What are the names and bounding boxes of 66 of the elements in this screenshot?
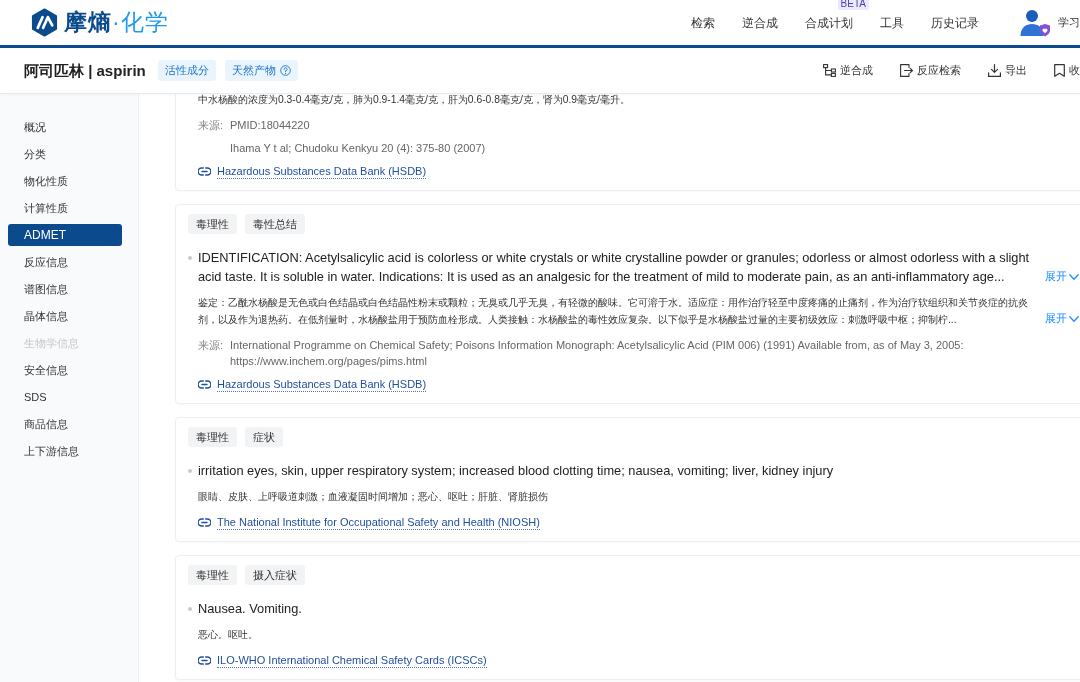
sidebar-item[interactable]: 安全信息 bbox=[8, 359, 122, 381]
sidebar-item[interactable]: 概况 bbox=[8, 116, 122, 138]
source-link[interactable]: ILO-WHO International Chemical Safety Cards (ICSCs) bbox=[198, 653, 487, 668]
chevron-down-icon bbox=[1069, 315, 1079, 322]
expand-link[interactable]: 展开 bbox=[1045, 310, 1079, 327]
compound-title: 阿司匹林 | aspirin bbox=[24, 61, 146, 80]
sidebar-item[interactable]: 反应信息 bbox=[8, 251, 122, 273]
source-text: PMID:18044220 bbox=[230, 118, 311, 133]
user-menu-link[interactable]: 学习 bbox=[1058, 14, 1080, 31]
link-icon bbox=[198, 656, 211, 665]
logo-icon bbox=[30, 8, 59, 37]
summary-text: IDENTIFICATION: Acetylsalicylic acid is colorless or white crystals or white crystalline powder or granules; odorless or almost odorless with a slight acid taste. It is soluble in water. Indications: It is used as an analgesic for the treatment of mild to moderate pain, as an anti-inflammatory age... bbox=[198, 249, 1031, 286]
sidebar-item[interactable]: ADMET bbox=[8, 224, 122, 246]
source-link[interactable]: Hazardous Substances Data Bank (HSDB) bbox=[198, 164, 427, 179]
sidebar-item[interactable]: 谱图信息 bbox=[8, 278, 122, 300]
source-link[interactable]: Hazardous Substances Data Bank (HSDB) bbox=[198, 377, 427, 392]
sidebar-item[interactable]: 物化性质 bbox=[8, 170, 122, 192]
category-tag: 毒理性 bbox=[188, 214, 237, 234]
sidebar-item[interactable]: SDS bbox=[8, 386, 122, 408]
action-button[interactable]: 导出 bbox=[988, 62, 1027, 79]
action-button[interactable]: 逆合成 bbox=[823, 62, 873, 79]
sidebar-item[interactable]: 计算性质 bbox=[8, 197, 122, 219]
nav-link[interactable]: 历史记录 bbox=[931, 15, 979, 30]
beta-label: BETA bbox=[837, 0, 869, 10]
download-icon bbox=[988, 64, 1001, 77]
action-button[interactable]: 收 bbox=[1054, 62, 1080, 79]
link-icon bbox=[198, 380, 211, 389]
category-tag: 毒理性 bbox=[188, 565, 237, 585]
category-tag: 摄入症状 bbox=[245, 565, 305, 585]
translation-text: 中水杨酸的浓度为0.3-0.4毫克/克，肺为0.9-1.4毫克/克，肝为0.6-0.8毫克/克，肾为0.9毫克/毫升。 bbox=[198, 93, 630, 107]
sidebar-item[interactable]: 分类 bbox=[8, 143, 122, 165]
translation-text: 眼睛、皮肤、上呼吸道刺激；血液凝固时间增加；恶心、呕吐；肝脏、肾脏损伤 bbox=[198, 490, 548, 504]
category-tag: 毒性总结 bbox=[245, 214, 305, 234]
translation-text: 鉴定：乙酰水杨酸是无色或白色结晶或白色结晶性粉末或颗粒；无臭或几乎无臭，有轻微的酸味。它可溶于水。适应症：用作治疗轻至中度疼痛的止痛剂，作为治疗软组织和关节炎症的抗炎剂，以及作为退热药。在低剂量时，水杨酸盐用于预防血栓形成。人类接触：水杨酸盐的毒性效应复杂。以下似乎是水杨酸盐过量的主要初级效应：刺激呼吸中枢；抑制柠... bbox=[198, 296, 1029, 327]
bullet-icon bbox=[188, 607, 192, 611]
document-arrow-icon bbox=[900, 64, 913, 77]
bookmark-icon bbox=[1054, 64, 1065, 77]
nav-link[interactable]: 工具 bbox=[880, 15, 904, 30]
bullet-icon bbox=[188, 256, 192, 260]
expand-link[interactable]: 展开 bbox=[1045, 268, 1079, 285]
source-text: International Programme on Chemical Safety; Poisons Information Monograph: Acetylsalicylic Acid (PIM 006) (1991) Available from, as of May 3, 2005: https://www.inchem.org/pages/pims.html bbox=[230, 338, 965, 369]
summary-text: Nausea. Vomiting. bbox=[198, 600, 302, 618]
nav-link[interactable]: 逆合成 bbox=[742, 15, 778, 30]
source-label: 来源: bbox=[198, 338, 225, 353]
chevron-down-icon bbox=[1069, 273, 1079, 280]
category-tag: 毒理性 bbox=[188, 427, 237, 447]
nav-link[interactable]: 检索 bbox=[691, 15, 715, 30]
summary-text: irritation eyes, skin, upper respiratory system; increased blood clotting time; nausea, vomiting; liver, kidney injury bbox=[198, 462, 834, 480]
link-icon bbox=[198, 167, 211, 176]
user-avatar-icon bbox=[1019, 7, 1051, 38]
sidebar-item[interactable]: 上下游信息 bbox=[8, 440, 122, 462]
logo-text: 摩熵·化学 bbox=[64, 8, 169, 38]
action-button[interactable]: 反应检索 bbox=[900, 62, 961, 79]
sidebar-item[interactable]: 商品信息 bbox=[8, 413, 122, 435]
branch-icon bbox=[823, 64, 836, 77]
category-tag[interactable]: 活性成分 bbox=[157, 60, 216, 81]
source-text: Ihama Y t al; Chudoku Kenkyu 20 (4): 375-80 (2007) bbox=[230, 141, 487, 156]
source-link[interactable]: The National Institute for Occupational Safety and Health (NIOSH) bbox=[198, 515, 540, 530]
sidebar-item[interactable]: 晶体信息 bbox=[8, 305, 122, 327]
translation-text: 恶心。呕吐。 bbox=[198, 628, 258, 642]
source-label: 来源: bbox=[198, 118, 225, 133]
category-tag[interactable]: 天然产物 bbox=[224, 60, 298, 81]
category-tag: 症状 bbox=[245, 427, 283, 447]
nav-link[interactable]: 合成计划 bbox=[805, 15, 853, 30]
link-icon bbox=[198, 518, 211, 527]
bullet-icon bbox=[188, 469, 192, 473]
